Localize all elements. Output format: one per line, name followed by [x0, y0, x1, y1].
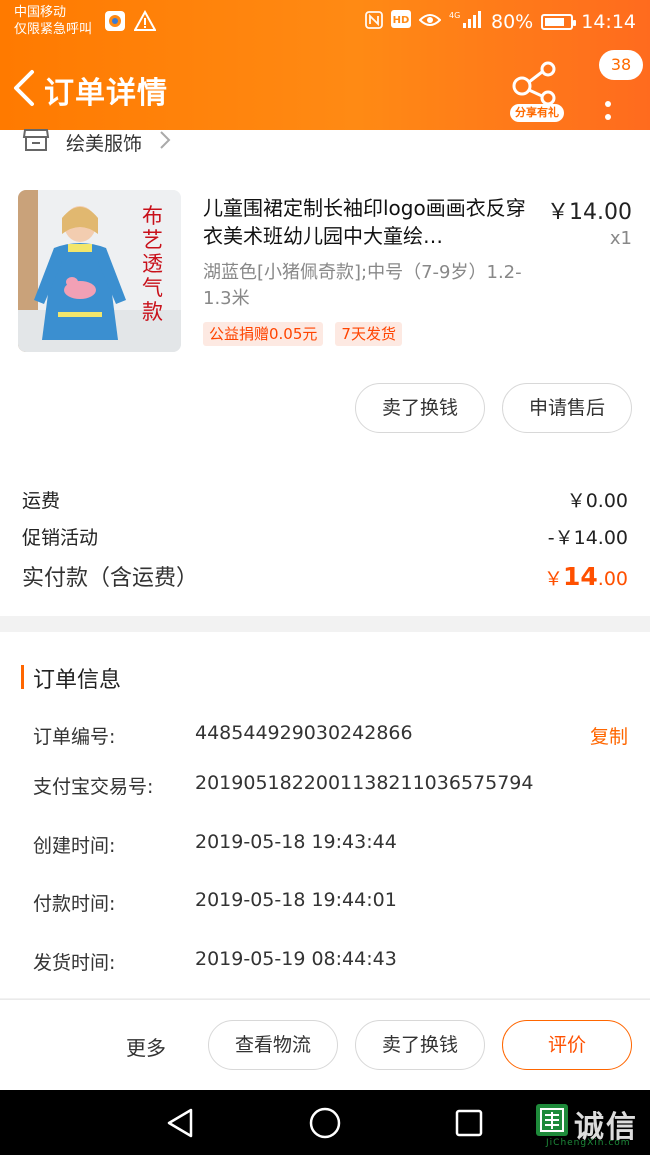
- promotion-label: 促销活动: [22, 527, 99, 549]
- order-info-card: 订单信息 订单编号: 448544929030242866 复制 支付宝交易号:…: [0, 632, 650, 998]
- battery-fill: [545, 17, 565, 26]
- chevron-right-icon: [158, 130, 172, 154]
- total-integer: 14: [562, 562, 598, 591]
- share-icon: [512, 61, 556, 106]
- review-button[interactable]: 评价: [502, 1020, 632, 1070]
- product-image-caption: 布艺透气款: [142, 204, 163, 324]
- message-badge[interactable]: 38: [599, 50, 643, 80]
- product-spec: 湖蓝色[小猪佩奇款];中号（7-9岁）1.2-1.3米: [203, 262, 522, 309]
- view-logistics-button[interactable]: 查看物流: [208, 1020, 338, 1070]
- carrier-info: 中国移动 仅限紧急呼叫: [14, 4, 92, 38]
- product-quantity: x1: [609, 228, 632, 249]
- battery-icon: [541, 13, 577, 30]
- store-header[interactable]: 绘美服饰: [22, 128, 172, 156]
- battery-percent: 80%: [491, 10, 534, 33]
- watermark-subtext: JiChengXin.com: [546, 1138, 631, 1148]
- copy-button[interactable]: 复制: [590, 722, 628, 749]
- order-number-row: 订单编号: 448544929030242866 复制: [33, 722, 628, 749]
- shipping-fee-row: 运费 ￥0.00: [22, 486, 628, 513]
- system-nav-bar: 诚信 JiChengXin.com: [0, 1090, 650, 1155]
- nfc-icon: [365, 10, 383, 33]
- product-price: ￥14.00: [547, 200, 632, 225]
- total-currency: ￥: [543, 568, 563, 590]
- shipped-time-value: 2019-05-19 08:44:43: [195, 948, 397, 970]
- watermark: 诚信 JiChengXin.com: [534, 1100, 650, 1150]
- total-decimal: .00: [597, 568, 628, 590]
- resell-button-bottom[interactable]: 卖了换钱: [355, 1020, 485, 1070]
- alipay-trade-label: 支付宝交易号:: [33, 776, 154, 798]
- alipay-trade-value: 2019051822001138211036575794: [195, 772, 534, 794]
- back-button[interactable]: [10, 68, 40, 108]
- product-tags: 公益捐赠0.05元 7天发货: [203, 322, 402, 346]
- circle-home-icon: [309, 1107, 341, 1139]
- notification-icons: [104, 9, 157, 36]
- total-paid-value: ￥14.00: [544, 562, 628, 591]
- shipped-time-label: 发货时间:: [33, 952, 116, 974]
- shipping-tag: 7天发货: [335, 322, 402, 346]
- top-bar: 中国移动 仅限紧急呼叫 HD 4G 80% 14:14 订单详情 分享有礼: [0, 0, 650, 130]
- hd-icon: HD: [391, 10, 411, 33]
- status-right: HD 4G 80% 14:14: [365, 9, 636, 34]
- paid-time-label: 付款时间:: [33, 893, 116, 915]
- product-image[interactable]: 布艺透气款: [18, 190, 181, 352]
- system-home-button[interactable]: [308, 1106, 342, 1140]
- system-back-button[interactable]: [164, 1106, 198, 1140]
- shipping-fee-label: 运费: [22, 490, 61, 512]
- created-time-label: 创建时间:: [33, 835, 116, 857]
- system-recents-button[interactable]: [452, 1106, 486, 1140]
- watermark-logo-icon: [536, 1104, 568, 1136]
- shipping-fee-value: ￥0.00: [566, 490, 628, 512]
- created-time-row: 创建时间: 2019-05-18 19:43:44: [33, 831, 628, 858]
- store-name: 绘美服饰: [66, 132, 143, 155]
- total-paid-label: 实付款（含运费）: [22, 566, 199, 591]
- order-number-value: 448544929030242866: [195, 722, 413, 744]
- alipay-trade-row: 支付宝交易号: 2019051822001138211036575794: [33, 772, 628, 799]
- network-type: 4G: [449, 11, 460, 20]
- signal-icon: 4G: [449, 9, 483, 34]
- carrier-name: 中国移动: [14, 5, 67, 20]
- nav-bar: 订单详情 分享有礼: [0, 50, 650, 130]
- paid-time-value: 2019-05-18 19:44:01: [195, 889, 397, 911]
- warning-icon: [133, 9, 157, 36]
- promotion-value: -￥14.00: [547, 527, 628, 549]
- bottom-action-bar: 更多 查看物流 卖了换钱 评价: [0, 999, 650, 1090]
- eye-comfort-icon: [418, 11, 442, 33]
- charity-tag: 公益捐赠0.05元: [203, 322, 324, 346]
- promotion-row: 促销活动 -￥14.00: [22, 523, 628, 550]
- resell-button[interactable]: 卖了换钱: [355, 383, 485, 433]
- shipped-time-row: 发货时间: 2019-05-19 08:44:43: [33, 948, 628, 975]
- app-notification-icon: [104, 10, 126, 36]
- order-item-card: 绘美服饰 布艺透气款 儿童围裙定制长袖印logo画画衣反穿衣美术班幼儿园中大童绘…: [0, 128, 650, 616]
- emergency-only: 仅限紧急呼叫: [14, 22, 93, 37]
- section-accent-bar: [21, 665, 24, 689]
- triangle-back-icon: [167, 1108, 193, 1138]
- order-info-title: 订单信息: [33, 668, 122, 693]
- total-paid-row: 实付款（含运费） ￥14.00: [22, 560, 628, 592]
- share-button[interactable]: 分享有礼: [508, 60, 566, 122]
- after-sale-button[interactable]: 申请售后: [502, 383, 632, 433]
- status-bar: 中国移动 仅限紧急呼叫 HD 4G 80% 14:14: [0, 0, 650, 44]
- created-time-value: 2019-05-18 19:43:44: [195, 831, 397, 853]
- share-label: 分享有礼: [510, 104, 564, 122]
- chevron-left-icon: [14, 70, 34, 106]
- product-title[interactable]: 儿童围裙定制长袖印logo画画衣反穿衣美术班幼儿园中大童绘…: [203, 194, 537, 250]
- square-recents-icon: [455, 1109, 483, 1137]
- store-icon: [22, 128, 50, 156]
- clock: 14:14: [581, 10, 636, 33]
- paid-time-row: 付款时间: 2019-05-18 19:44:01: [33, 889, 628, 916]
- page-title: 订单详情: [44, 76, 168, 111]
- svg-text:HD: HD: [393, 15, 410, 26]
- more-actions-button[interactable]: 更多: [126, 1032, 166, 1061]
- order-number-label: 订单编号:: [33, 726, 116, 748]
